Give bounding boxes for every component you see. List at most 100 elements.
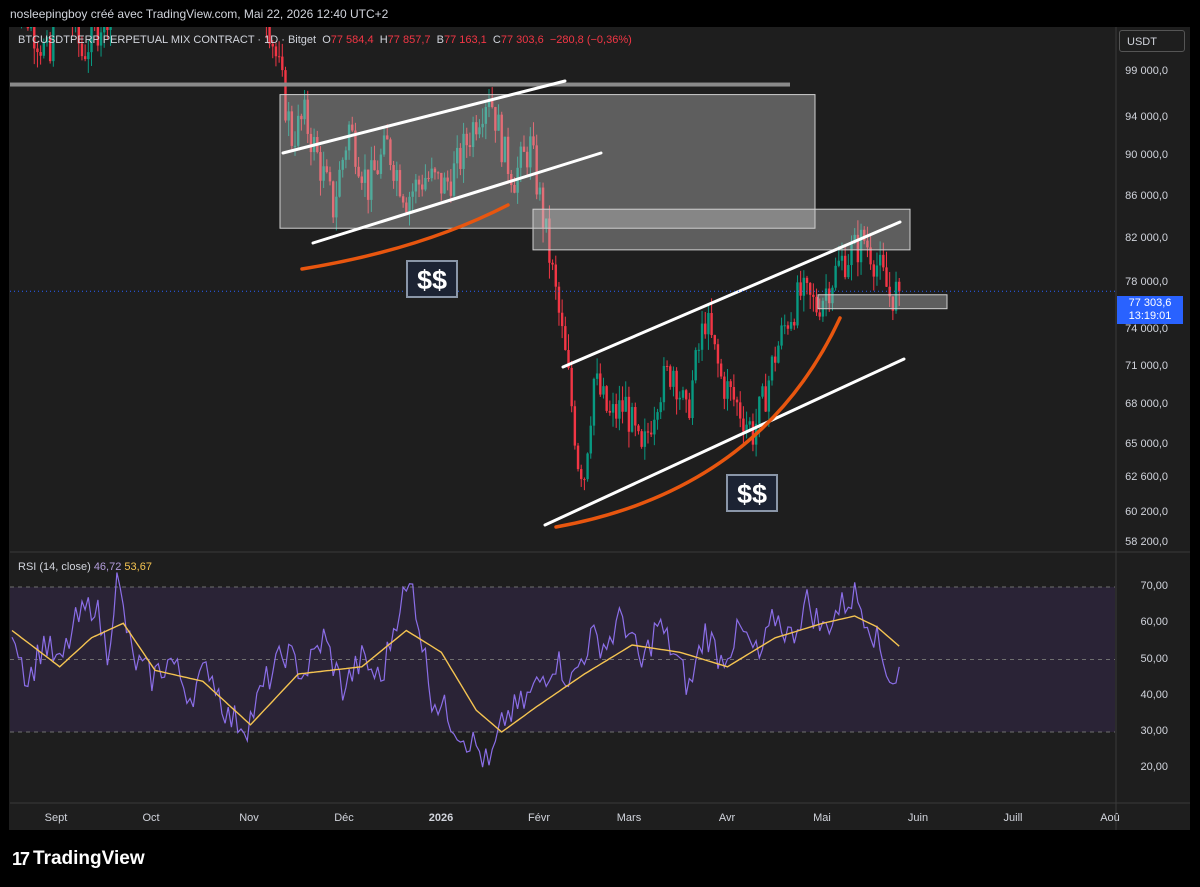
time-axis-label: Juill <box>1003 812 1023 824</box>
candle-body <box>17 3 19 16</box>
price-axis-label: 94 000,0 <box>1125 110 1168 123</box>
candle-body <box>837 260 840 266</box>
symbol-legend[interactable]: BTCUSDTPERP PERPETUAL MIX CONTRACT · 1D … <box>18 34 632 46</box>
candle-body <box>116 0 118 1</box>
candle-body <box>796 282 799 326</box>
high-label: H <box>379 34 388 46</box>
candle-body <box>669 366 672 387</box>
bar-countdown: 13:19:01 <box>1128 310 1172 322</box>
time-axis-label: Juin <box>907 812 929 824</box>
candle-body <box>789 321 793 329</box>
candle-body <box>875 265 879 277</box>
currency-button[interactable]: USDT <box>1119 30 1185 52</box>
candle-body <box>777 345 780 363</box>
candle-body <box>87 52 90 60</box>
candle-body <box>71 13 73 25</box>
candle-body <box>872 264 875 277</box>
rsi-axis-label: 70,00 <box>1140 580 1168 592</box>
tradingview-logo[interactable]: 17 TradingView <box>12 848 145 870</box>
candle-body <box>103 27 106 33</box>
candle-body <box>818 312 821 317</box>
candle-body <box>618 400 621 419</box>
candle-body <box>716 344 720 364</box>
candle-body <box>281 56 284 71</box>
time-axis-label: Mars <box>616 812 642 824</box>
low-value: 77 163,1 <box>443 34 487 46</box>
price-axis-label: 90 000,0 <box>1125 149 1168 162</box>
candle-body <box>74 15 76 26</box>
dollar-label-2[interactable]: $$ <box>726 474 778 512</box>
candle-body <box>812 294 815 297</box>
candle-body <box>580 469 583 480</box>
candle-body <box>691 380 694 419</box>
candle-body <box>649 432 653 435</box>
time-axis-label: Avr <box>718 812 736 824</box>
tradingview-logo-icon: 17 <box>12 848 30 869</box>
candle-body <box>551 262 554 265</box>
candle-body <box>55 0 57 5</box>
candle-body <box>621 400 624 412</box>
candle-body <box>885 267 888 287</box>
candle-body <box>611 404 615 413</box>
candle-body <box>557 286 561 313</box>
candle-body <box>843 255 847 278</box>
candle-body <box>564 326 567 350</box>
high-value: 77 857,7 <box>387 34 431 46</box>
candle-body <box>274 46 278 57</box>
candle-body <box>640 431 643 447</box>
candle-body <box>83 56 87 60</box>
candle-body <box>688 399 691 419</box>
candle-body <box>589 425 592 454</box>
price-chart-svg[interactable] <box>0 0 1200 887</box>
candle-body <box>878 254 882 266</box>
candle-body <box>602 386 605 395</box>
candle-body <box>627 396 631 432</box>
rsi-legend[interactable]: RSI (14, close) 46,72 53,67 <box>18 561 152 573</box>
candle-body <box>767 380 771 412</box>
price-axis-label: 82 000,0 <box>1125 231 1168 244</box>
price-zone-2 <box>532 208 911 251</box>
candle-body <box>26 27 30 29</box>
candle-body <box>704 323 707 335</box>
candle-body <box>739 402 742 419</box>
candle-body <box>748 421 751 425</box>
candle-body <box>573 406 577 446</box>
rsi-ma-value: 53,67 <box>124 561 152 573</box>
candle-body <box>605 386 608 411</box>
candle-body <box>570 367 573 407</box>
candle-body <box>808 282 812 295</box>
candle-body <box>697 349 701 351</box>
candle-body <box>262 0 264 6</box>
price-axis-label: 99 000,0 <box>1125 64 1168 77</box>
candle-body <box>694 350 697 381</box>
candle-body <box>643 431 647 447</box>
candle-body <box>265 6 267 25</box>
candle-body <box>786 325 790 329</box>
candle-body <box>898 281 901 292</box>
dollar-label-1[interactable]: $$ <box>406 260 458 298</box>
price-axis-label: 65 000,0 <box>1125 438 1168 450</box>
candle-body <box>599 373 602 395</box>
time-axis-label: Nov <box>239 812 259 824</box>
brand-name: TradingView <box>33 848 145 869</box>
candle-body <box>646 431 650 433</box>
candle-body <box>583 479 586 481</box>
candle-body <box>634 407 637 426</box>
candle-body <box>659 402 662 413</box>
time-axis-label: 2026 <box>428 812 454 824</box>
candle-body <box>36 48 39 53</box>
candle-body <box>554 264 557 287</box>
candle-body <box>761 386 764 397</box>
price-axis-label: 86 000,0 <box>1125 189 1168 202</box>
candle-body <box>710 313 713 336</box>
candle-body <box>770 356 774 381</box>
price-axis-label: 58 200,0 <box>1125 536 1168 548</box>
price-axis-label: 62 600,0 <box>1125 471 1168 484</box>
change-value: −280,8 (−0,36%) <box>549 34 632 46</box>
candle-body <box>113 1 115 7</box>
candle-body <box>707 313 710 335</box>
candle-body <box>630 407 634 432</box>
price-axis-label: 68 000,0 <box>1125 397 1168 410</box>
candle-body <box>840 255 844 261</box>
candle-body <box>713 335 716 345</box>
